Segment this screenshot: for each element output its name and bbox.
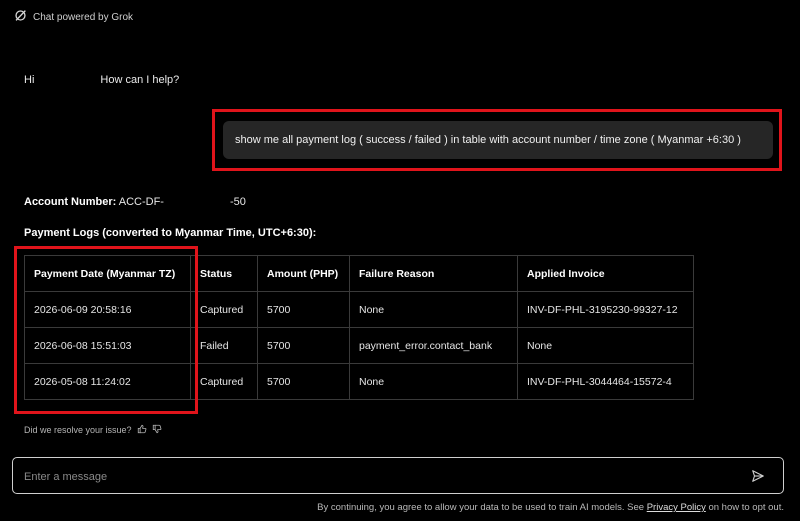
table-row: 2026-06-09 20:58:16 Captured 5700 None I… xyxy=(24,291,694,328)
user-message-highlight: show me all payment log ( success / fail… xyxy=(212,109,782,171)
col-payment-date: Payment Date (Myanmar TZ) xyxy=(24,255,191,292)
cell-status: Captured xyxy=(190,291,258,328)
user-message-text: show me all payment log ( success / fail… xyxy=(235,134,741,146)
cell-amount: 5700 xyxy=(257,363,350,400)
feedback-row: Did we resolve your issue? xyxy=(24,424,162,436)
cell-applied-invoice: None xyxy=(517,327,694,364)
col-failure-reason: Failure Reason xyxy=(349,255,518,292)
cell-applied-invoice: INV-DF-PHL-3195230-99327-12 xyxy=(517,291,694,328)
privacy-policy-link[interactable]: Privacy Policy xyxy=(647,502,706,513)
table-row: 2026-05-08 11:24:02 Captured 5700 None I… xyxy=(24,363,694,400)
account-number-suffix: -50 xyxy=(229,196,246,208)
footer-disclaimer: By continuing, you agree to allow your d… xyxy=(317,502,784,513)
cell-payment-date: 2026-06-08 15:51:03 xyxy=(24,327,191,364)
chat-header: Chat powered by Grok xyxy=(14,9,133,25)
col-amount: Amount (PHP) xyxy=(257,255,350,292)
cell-applied-invoice: INV-DF-PHL-3044464-15572-4 xyxy=(517,363,694,400)
header-title: Chat powered by Grok xyxy=(33,11,134,23)
message-composer xyxy=(12,457,784,494)
send-icon[interactable] xyxy=(751,469,765,483)
cell-status: Failed xyxy=(190,327,258,364)
account-number-line: Account Number: ACC-DF- -50 xyxy=(24,196,246,208)
message-input[interactable] xyxy=(22,465,726,489)
grok-logo-icon xyxy=(14,9,27,25)
greeting-hi: Hi xyxy=(24,74,35,86)
cell-failure-reason: None xyxy=(349,363,518,400)
footer-text-before: By continuing, you agree to allow your d… xyxy=(317,502,645,513)
table-header-row: Payment Date (Myanmar TZ) Status Amount … xyxy=(24,255,694,292)
table-row: 2026-06-08 15:51:03 Failed 5700 payment_… xyxy=(24,327,694,364)
feedback-prompt: Did we resolve your issue? xyxy=(24,425,132,435)
account-number-prefix: ACC-DF- xyxy=(118,196,164,208)
greeting-help: How can I help? xyxy=(100,74,180,86)
payment-logs-title: Payment Logs (converted to Myanmar Time,… xyxy=(24,227,317,239)
thumbs-up-icon[interactable] xyxy=(137,424,147,436)
col-status: Status xyxy=(190,255,258,292)
cell-payment-date: 2026-06-09 20:58:16 xyxy=(24,291,191,328)
assistant-greeting: Hi How can I help? xyxy=(24,74,179,86)
cell-amount: 5700 xyxy=(257,291,350,328)
cell-payment-date: 2026-05-08 11:24:02 xyxy=(24,363,191,400)
footer-text-after: on how to opt out. xyxy=(708,502,784,513)
cell-amount: 5700 xyxy=(257,327,350,364)
thumbs-down-icon[interactable] xyxy=(152,424,162,436)
account-number-label: Account Number: xyxy=(24,196,117,208)
payment-logs-table: Payment Date (Myanmar TZ) Status Amount … xyxy=(24,255,694,400)
col-applied-invoice: Applied Invoice xyxy=(517,255,694,292)
cell-failure-reason: None xyxy=(349,291,518,328)
user-message-bubble: show me all payment log ( success / fail… xyxy=(223,121,773,159)
cell-failure-reason: payment_error.contact_bank xyxy=(349,327,518,364)
cell-status: Captured xyxy=(190,363,258,400)
